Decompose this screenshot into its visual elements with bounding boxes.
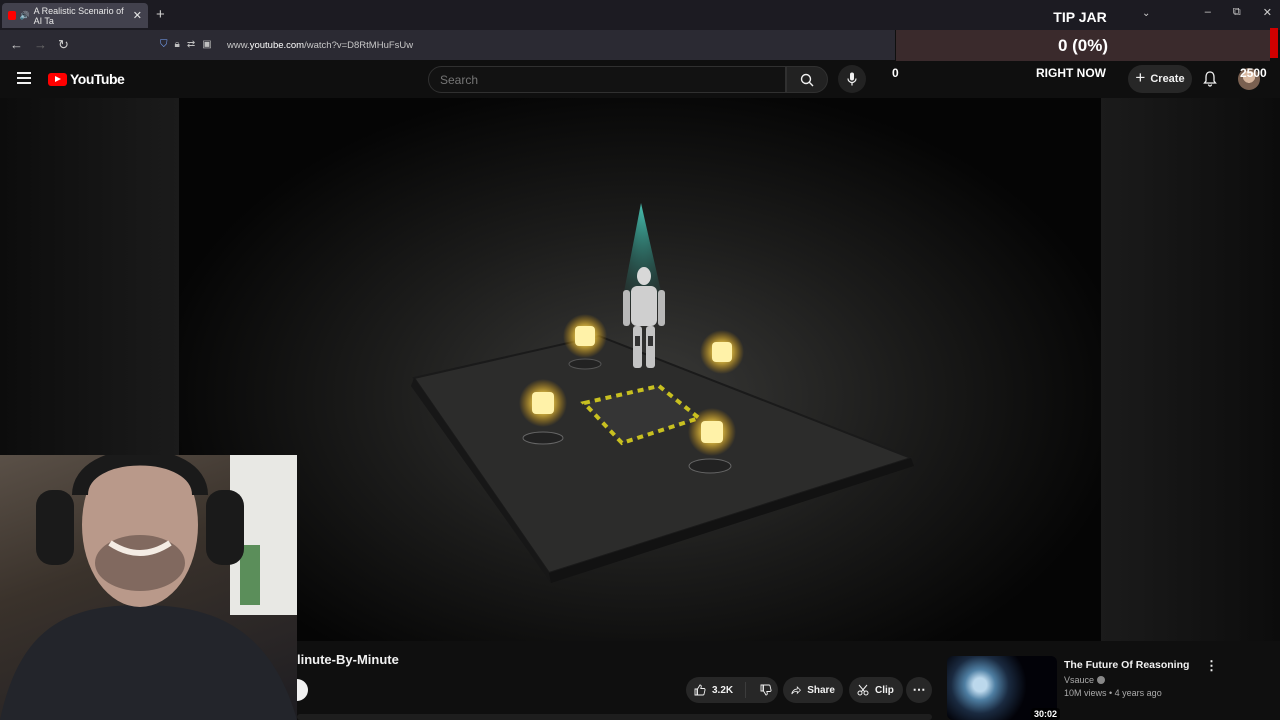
tab-close-icon[interactable]: ✕	[133, 9, 142, 22]
dislike-button[interactable]	[752, 684, 772, 696]
recommended-meta: 10M views • 4 years ago	[1064, 688, 1162, 698]
recommended-channel[interactable]: Vsauce	[1064, 675, 1106, 685]
speaker-icon[interactable]: 🔊	[20, 11, 30, 20]
lock-icon[interactable]: 🔒︎	[175, 39, 180, 50]
permissions-icon[interactable]: ⇄	[187, 39, 195, 50]
browser-nav-bar: ← → ↻ ⛉ 🔒︎ ⇄ ▣ www.youtube.com/watch?v=D…	[0, 30, 895, 60]
video-ambient-right	[1101, 98, 1280, 641]
verified-icon	[1097, 676, 1106, 684]
video-player[interactable]	[179, 98, 1101, 641]
more-actions-button[interactable]: ⋯	[906, 677, 932, 703]
share-label: Share	[807, 684, 835, 696]
search-icon	[800, 73, 814, 86]
like-dislike-group: 3.2K	[686, 677, 778, 703]
video-title: linute-By-Minute	[297, 652, 399, 667]
share-icon	[791, 685, 801, 694]
tip-jar-progress: 0 (0%)	[896, 30, 1270, 61]
close-window-button[interactable]: ✕	[1263, 6, 1272, 19]
create-label: Create	[1150, 73, 1185, 85]
minimize-button[interactable]: –	[1205, 6, 1211, 19]
recommended-more-icon[interactable]: ⋮	[1205, 658, 1218, 674]
camera-blocked-icon[interactable]: ▣	[202, 39, 211, 50]
microphone-icon	[847, 72, 857, 86]
search-box	[428, 66, 786, 93]
shield-icon[interactable]: ⛉	[160, 39, 168, 50]
plus-icon: +	[1135, 68, 1146, 87]
new-tab-button[interactable]: +	[156, 6, 165, 23]
url-security-icons: ⛉ 🔒︎ ⇄ ▣	[160, 39, 212, 50]
recommended-channel-name: Vsauce	[1064, 675, 1095, 685]
reload-button[interactable]: ↻	[58, 37, 69, 53]
recommended-title[interactable]: The Future Of Reasoning	[1064, 659, 1189, 671]
tab-title: A Realistic Scenario of AI Ta	[33, 5, 124, 26]
address-bar[interactable]: www.youtube.com/watch?v=D8RtMHuFsUw	[227, 40, 413, 51]
url-prefix: www.	[227, 40, 250, 51]
video-frame-robot-scene	[411, 203, 914, 583]
youtube-logo-text: YouTube	[70, 71, 125, 87]
tip-jar-goal: 2500	[1240, 66, 1267, 80]
browser-tab[interactable]: 🔊 A Realistic Scenario of AI Ta ✕	[2, 3, 148, 28]
scissors-icon	[857, 684, 869, 696]
webcam-overlay	[0, 455, 297, 720]
create-button[interactable]: + Create	[1128, 65, 1192, 93]
clip-label: Clip	[875, 684, 894, 696]
back-button[interactable]: ←	[10, 37, 23, 52]
recommended-duration: 30:02	[1031, 708, 1061, 720]
forward-button[interactable]: →	[34, 37, 47, 52]
share-button[interactable]: Share	[783, 677, 843, 703]
tip-jar-min: 0	[892, 66, 899, 80]
description-box-edge	[297, 714, 932, 720]
like-count: 3.2K	[712, 684, 734, 696]
notifications-bell-icon[interactable]	[1203, 71, 1217, 92]
window-controls: – ⧉ ✕	[1205, 6, 1272, 19]
chevron-down-icon[interactable]: ⌄	[1142, 8, 1150, 19]
tip-jar-accent	[1270, 28, 1278, 58]
url-domain: youtube.com	[249, 40, 305, 51]
search-input[interactable]	[429, 67, 785, 92]
like-button[interactable]: 3.2K	[686, 682, 746, 698]
streamer-webcam-feed	[0, 455, 297, 720]
tip-jar-title: TIP JAR	[1053, 9, 1107, 25]
youtube-logo[interactable]: YouTube	[48, 71, 125, 87]
tip-jar-now-label: RIGHT NOW	[1036, 66, 1106, 80]
voice-search-button[interactable]	[838, 65, 866, 93]
youtube-play-icon	[48, 72, 67, 86]
clip-button[interactable]: Clip	[849, 677, 903, 703]
restore-button[interactable]: ⧉	[1233, 6, 1241, 19]
url-path: /watch?v=D8RtMHuFsUw	[304, 40, 414, 51]
youtube-favicon-icon	[8, 11, 16, 20]
hamburger-menu-icon[interactable]	[17, 72, 31, 87]
tip-jar-amount: 0 (0%)	[1057, 36, 1109, 55]
thumbs-up-icon	[694, 684, 706, 696]
search-button[interactable]	[786, 66, 828, 93]
thumbs-down-icon	[760, 684, 772, 696]
